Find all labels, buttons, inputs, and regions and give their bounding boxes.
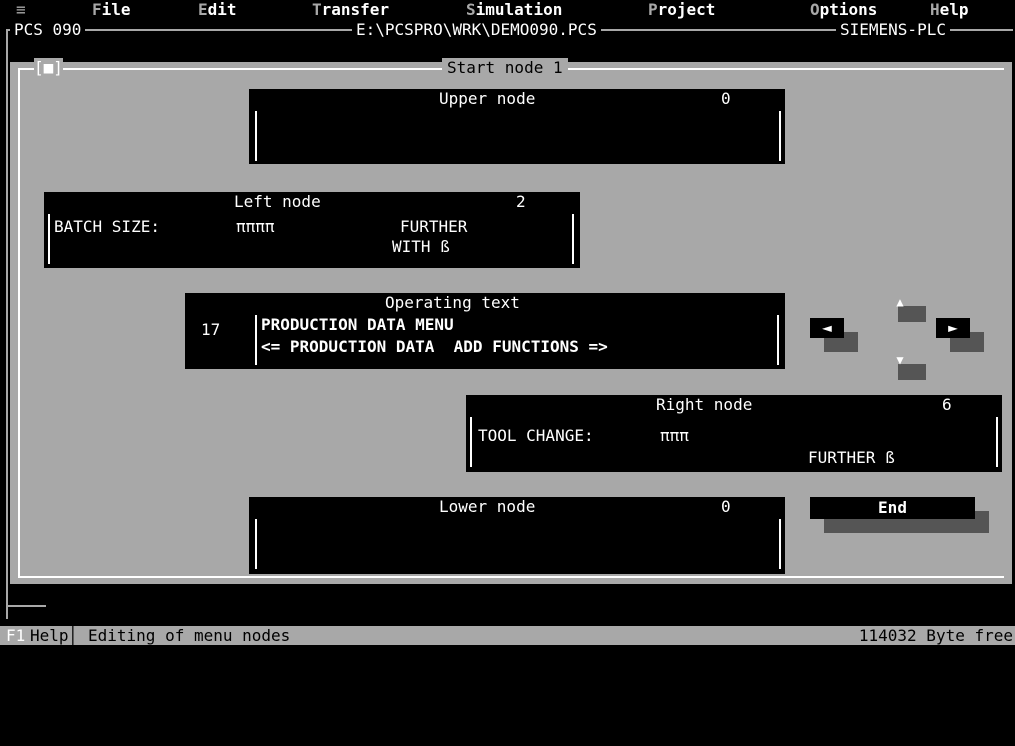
box-right-line [779, 519, 781, 569]
operating-text-number: 17 [201, 320, 221, 339]
status-separator: │ [68, 626, 78, 645]
box-left-line [48, 214, 50, 264]
operating-text-box[interactable]: Operating text 17 PRODUCTION DATA MENU <… [185, 293, 785, 369]
status-help[interactable]: Help [30, 626, 69, 646]
left-node-text-1: FURTHER [400, 217, 468, 236]
operating-text-line-1[interactable]: PRODUCTION DATA MENU [261, 315, 454, 335]
right-node-value: 6 [942, 395, 952, 414]
system-menu-icon[interactable]: ≡ [16, 0, 26, 20]
tool-change-label: TOOL CHANGE: [478, 426, 594, 445]
box-right-line [777, 315, 779, 365]
upper-node-label: Upper node [439, 89, 536, 108]
window-title-path: E:\PCSPRO\WRK\DEMO090.PCS [352, 20, 601, 40]
box-right-line [779, 111, 781, 161]
menu-file[interactable]: File [92, 0, 131, 20]
arrow-down-icon: ▼ [896, 353, 904, 367]
window-title-right: SIEMENS-PLC [836, 20, 950, 40]
right-node-box[interactable]: Right node 6 TOOL CHANGE: πππ FURTHER ß [466, 395, 1002, 472]
window-bottom-border [6, 605, 46, 607]
lower-node-box[interactable]: Lower node 0 [249, 497, 785, 574]
nav-right-button[interactable]: ► [936, 318, 970, 338]
menu-simulation[interactable]: Simulation [466, 0, 562, 20]
nav-up-button[interactable]: ▲ [886, 294, 914, 310]
operating-text-line-2[interactable]: <= PRODUCTION DATA ADD FUNCTIONS => [261, 337, 608, 357]
status-free-memory: 114032 Byte free [858, 626, 1013, 645]
menu-help[interactable]: Help [930, 0, 969, 20]
upper-node-value: 0 [721, 89, 731, 108]
box-left-line [255, 315, 257, 365]
batch-size-field[interactable]: ππππ [236, 217, 275, 237]
lower-node-label: Lower node [439, 497, 536, 516]
menu-edit[interactable]: Edit [198, 0, 237, 20]
arrow-left-icon: ◄ [822, 318, 832, 337]
batch-size-label: BATCH SIZE: [54, 217, 160, 236]
menu-options[interactable]: Options [810, 0, 877, 20]
status-bar: F1 Help │ Editing of menu nodes 114032 B… [0, 626, 1015, 645]
window-left-border [6, 29, 8, 619]
left-node-text-2: WITH ß [392, 237, 450, 256]
operating-text-label: Operating text [385, 293, 520, 312]
start-node-dialog: [■] Start node 1 Upper node 0 Left node … [10, 58, 1012, 584]
nav-down-button[interactable]: ▼ [886, 352, 914, 368]
upper-node-box[interactable]: Upper node 0 [249, 89, 785, 164]
nav-left-button[interactable]: ◄ [810, 318, 844, 338]
window-title-left: PCS 090 [10, 20, 86, 40]
box-left-line [255, 519, 257, 569]
box-right-line [996, 417, 998, 467]
box-right-line [572, 214, 574, 264]
right-node-label: Right node [656, 395, 753, 414]
left-node-box[interactable]: Left node 2 BATCH SIZE: ππππ FURTHER WIT… [44, 192, 580, 268]
dialog-title: Start node 1 [442, 58, 568, 78]
dialog-bottom-border [18, 576, 1004, 578]
menu-bar: ≡ File Edit Transfer Simulation Project … [0, 0, 1015, 20]
box-left-line [470, 417, 472, 467]
arrow-up-icon: ▲ [896, 295, 904, 309]
menu-project[interactable]: Project [648, 0, 715, 20]
left-node-value: 2 [516, 192, 526, 211]
lower-node-value: 0 [721, 497, 731, 516]
arrow-right-icon: ► [948, 318, 958, 337]
box-left-line [255, 111, 257, 161]
menu-transfer[interactable]: Transfer [312, 0, 389, 20]
dialog-left-border [18, 68, 20, 578]
status-f1-key[interactable]: F1 [6, 626, 25, 646]
tool-change-field[interactable]: πππ [660, 426, 689, 446]
status-message: Editing of menu nodes [88, 626, 291, 645]
dialog-close-button[interactable]: [■] [34, 58, 63, 78]
right-node-text: FURTHER ß [808, 448, 895, 467]
end-button[interactable]: End [810, 497, 975, 519]
left-node-label: Left node [234, 192, 321, 211]
